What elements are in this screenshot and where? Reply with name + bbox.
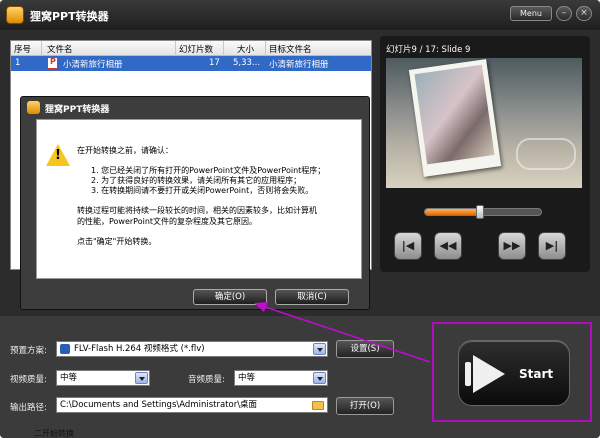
dialog-logo-icon: [27, 101, 40, 114]
dialog-note-line1: 转换过程可能将持续一段较长的时间，相关的因素较多，比如计算机: [77, 206, 317, 215]
preset-label: 预置方案:: [10, 346, 47, 356]
open-button[interactable]: 打开(O): [336, 397, 394, 415]
video-quality-label: 视频质量:: [10, 375, 47, 385]
column-header-index[interactable]: 序号: [14, 43, 31, 55]
audio-quality-select[interactable]: 中等: [234, 370, 328, 386]
app-window: 狸窝PPT转换器 Menu – × 序号 文件名 幻灯片数 大小 目标文件名 1…: [0, 0, 600, 438]
bottom-caption: 二开始转换: [34, 429, 74, 438]
audio-quality-label: 音频质量:: [188, 375, 225, 385]
row-slides: 17: [209, 58, 220, 68]
dialog-intro: 在开始转换之前，请确认：: [77, 146, 173, 155]
slide-label: 幻灯片9 / 17: Slide 9: [386, 45, 471, 55]
audio-quality-value: 中等: [238, 373, 256, 383]
minimize-button[interactable]: –: [556, 6, 572, 21]
row-target: 小清新旅行相册: [269, 60, 329, 70]
settings-button[interactable]: 设置(S): [336, 340, 394, 358]
video-quality-select[interactable]: 中等: [56, 370, 150, 386]
folder-icon[interactable]: [312, 401, 324, 410]
output-path-value: C:\Documents and Settings\Administrator\…: [60, 400, 258, 410]
close-button[interactable]: ×: [576, 6, 592, 21]
slider-fill: [425, 209, 480, 215]
play-arrow-icon: [473, 355, 505, 393]
bicycle-shape: [516, 138, 576, 170]
title-bar: 狸窝PPT转换器 Menu – ×: [0, 0, 600, 30]
column-header-size[interactable]: 大小: [237, 43, 254, 55]
window-title: 狸窝PPT转换器: [30, 10, 109, 23]
slider-knob[interactable]: [475, 205, 484, 219]
row-size: 5,33...: [233, 58, 261, 68]
row-index: 1: [15, 58, 21, 68]
column-header-filename[interactable]: 文件名: [47, 43, 73, 55]
confirm-dialog: 狸窝PPT转换器 ! 在开始转换之前，请确认： 1. 您已经关闭了所有打开的Po…: [20, 96, 370, 310]
row-filename: 小清新旅行相册: [63, 60, 123, 70]
output-path-input[interactable]: C:\Documents and Settings\Administrator\…: [56, 397, 328, 413]
table-header: 序号 文件名 幻灯片数 大小 目标文件名: [11, 41, 371, 56]
app-logo-icon: [6, 6, 24, 24]
preset-value: FLV-Flash H.264 视频格式 (*.flv): [74, 344, 205, 354]
first-slide-button[interactable]: |◀: [394, 232, 422, 260]
previous-slide-button[interactable]: ◀◀: [434, 232, 462, 260]
dialog-footer: 点击"确定"开始转换。: [77, 237, 157, 246]
menu-button[interactable]: Menu: [510, 6, 552, 21]
chevron-down-icon[interactable]: [313, 343, 326, 355]
ppt-file-icon: [47, 57, 58, 69]
column-header-slides[interactable]: 幻灯片数: [179, 43, 213, 55]
dialog-item-1: 1. 您已经关闭了所有打开的PowerPoint文件及PowerPoint程序；: [91, 166, 326, 175]
dialog-item-3: 3. 在转换期间请不要打开或关闭PowerPoint，否则将会失败。: [91, 186, 314, 195]
output-path-label: 输出路径:: [10, 403, 47, 413]
start-highlight-box: Start: [432, 322, 592, 422]
next-slide-button[interactable]: ▶▶: [498, 232, 526, 260]
photo-frame: [408, 59, 502, 177]
chevron-down-icon[interactable]: [313, 372, 326, 384]
slide-preview-image: [386, 58, 582, 188]
table-row[interactable]: 1 小清新旅行相册 17 5,33... 小清新旅行相册: [11, 56, 371, 71]
start-bar-shape: [465, 362, 471, 386]
start-label: Start: [519, 367, 554, 381]
slide-progress-slider[interactable]: [424, 205, 542, 219]
dialog-title: 狸窝PPT转换器: [45, 105, 110, 115]
flv-format-icon: [60, 344, 70, 354]
start-button[interactable]: Start: [458, 340, 570, 406]
chevron-down-icon[interactable]: [135, 372, 148, 384]
dialog-note-line2: 的性能，PowerPoint文件的复杂程度及其它原因。: [77, 217, 258, 226]
dialog-body: ! 在开始转换之前，请确认： 1. 您已经关闭了所有打开的PowerPoint文…: [36, 119, 362, 279]
ok-button[interactable]: 确定(O): [193, 289, 267, 305]
column-header-target[interactable]: 目标文件名: [269, 43, 312, 55]
dialog-item-2: 2. 为了获得良好的转换效果，请关闭所有其它的应用程序；: [91, 176, 302, 185]
video-quality-value: 中等: [60, 373, 78, 383]
last-slide-button[interactable]: ▶|: [538, 232, 566, 260]
preset-select[interactable]: FLV-Flash H.264 视频格式 (*.flv): [56, 341, 328, 357]
warning-exclamation: !: [55, 148, 61, 163]
cancel-button[interactable]: 取消(C): [275, 289, 349, 305]
